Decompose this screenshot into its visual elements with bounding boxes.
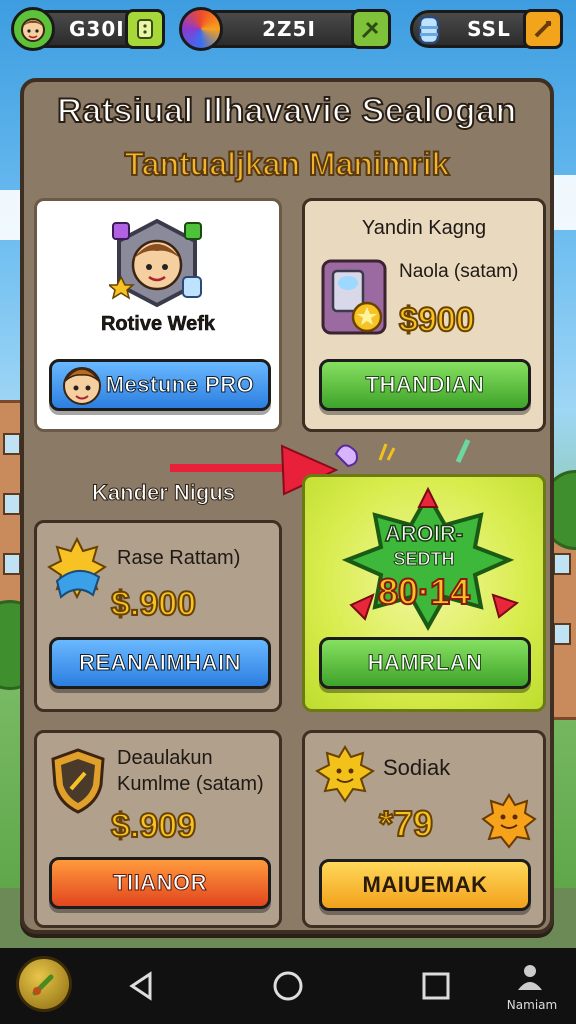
sun-price: *79 bbox=[378, 802, 434, 845]
gems-counter: 2Z5I bbox=[179, 7, 391, 51]
raise-buy-button[interactable]: REANAIMHAIN bbox=[49, 637, 271, 689]
add-energy-button[interactable] bbox=[523, 9, 563, 49]
pack-heading: Yandin Kagng bbox=[361, 217, 487, 239]
app-shortcut-icon[interactable] bbox=[16, 956, 72, 1012]
system-navigation-bar: Namiam bbox=[0, 948, 576, 1024]
featured-buy-label: HAMRLAN bbox=[367, 650, 483, 676]
featured-badge-value: 80·14 bbox=[377, 570, 471, 613]
shop-title: Ratsiual Ilhavavie Sealogan bbox=[56, 91, 517, 131]
pack-offer-card: Yandin Kagng Naola (satam) $900 THANDIAN bbox=[302, 198, 546, 432]
shield-buy-button[interactable]: TIIANOR bbox=[49, 857, 271, 909]
energy-counter: SSL bbox=[407, 7, 563, 51]
featured-offer-card: AROIR- SEDTH 80·14 HAMRLAN bbox=[302, 474, 546, 712]
add-coins-button[interactable] bbox=[125, 9, 165, 49]
featured-badge-line1: AROIR- bbox=[384, 520, 464, 547]
shop-subtitle: Tantualjkan Manimrik bbox=[124, 145, 451, 183]
shield-price: $.909 bbox=[110, 806, 197, 846]
recents-icon[interactable] bbox=[416, 966, 456, 1006]
back-icon[interactable] bbox=[122, 966, 162, 1006]
gold-sun-icon bbox=[47, 536, 107, 603]
coin-face-icon bbox=[481, 793, 537, 849]
profile-offer-card: Rotive Wefk Mestune PRO bbox=[34, 198, 282, 432]
raise-price: $.900 bbox=[110, 584, 197, 624]
shield-offer-card: Deaulakun Kumlme (satam) $.909 TIIANOR bbox=[34, 730, 282, 928]
pack-price: $900 bbox=[398, 300, 476, 340]
coins-value: G30I bbox=[69, 17, 125, 41]
potion-jar-icon bbox=[407, 7, 451, 51]
pack-caption: Naola (satam) bbox=[399, 261, 519, 282]
shield-icon bbox=[49, 747, 107, 815]
boy-face-icon bbox=[58, 356, 106, 416]
raise-offer-card: Rase Rattam) $.900 REANAIMHAIN bbox=[34, 520, 282, 712]
sun-buy-label: MAIUEMAK bbox=[362, 872, 488, 897]
sun-offer-card: Sodiak *79 MAIUEMAK bbox=[302, 730, 546, 928]
raise-caption: Rase Rattam) bbox=[117, 547, 241, 569]
coins-counter: G30I bbox=[11, 7, 165, 51]
sparkle-decoration-icon bbox=[330, 434, 510, 474]
energy-value: SSL bbox=[467, 17, 511, 41]
resource-bar: G30I 2Z5I SSL bbox=[0, 0, 576, 62]
nav-label: Namiam bbox=[506, 998, 558, 1012]
gems-value: 2Z5I bbox=[262, 17, 316, 41]
featured-buy-button[interactable]: HAMRLAN bbox=[319, 637, 531, 689]
treasure-box-icon bbox=[319, 257, 393, 341]
home-icon[interactable] bbox=[268, 966, 308, 1006]
sun-face-icon bbox=[315, 745, 375, 803]
add-gems-button[interactable] bbox=[351, 9, 391, 49]
player-avatar-icon[interactable] bbox=[11, 7, 55, 51]
profile-upgrade-label: Mestune PRO bbox=[105, 372, 255, 398]
sun-heading: Sodiak bbox=[383, 755, 451, 780]
profile-caption: Rotive Wefk bbox=[100, 313, 216, 336]
character-portrait-icon bbox=[106, 215, 205, 311]
raise-buy-label: REANAIMHAIN bbox=[79, 650, 241, 676]
shield-caption-line2: Kumlme (satam) bbox=[117, 773, 264, 795]
shop-panel: Ratsiual Ilhavavie Sealogan Tantualjkan … bbox=[20, 78, 554, 934]
profile-upgrade-button[interactable]: Mestune PRO bbox=[49, 359, 271, 411]
featured-badge-line2: SEDTH bbox=[393, 549, 455, 570]
shield-caption-line1: Deaulakun bbox=[117, 747, 213, 769]
profile-nav-icon[interactable] bbox=[512, 962, 548, 992]
pack-buy-button[interactable]: THANDIAN bbox=[319, 359, 531, 411]
pack-buy-label: THANDIAN bbox=[365, 372, 485, 398]
sun-buy-button[interactable]: MAIUEMAK bbox=[319, 859, 531, 911]
shield-buy-label: TIIANOR bbox=[113, 870, 207, 896]
gem-orb-icon bbox=[179, 7, 223, 51]
